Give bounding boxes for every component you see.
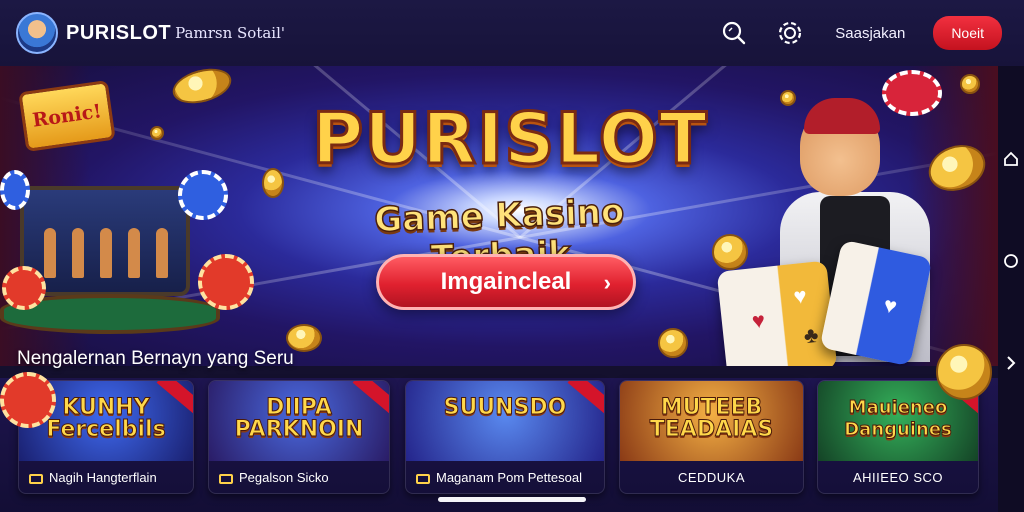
gold-coin: [936, 344, 992, 400]
dancer-figure: [100, 228, 112, 278]
dancer-figure: [44, 228, 56, 278]
dancer-figure: [72, 228, 84, 278]
brand-name[interactable]: PURISLOT: [66, 22, 171, 45]
hero-cta-label: Imgaincleal: [440, 268, 572, 295]
login-link[interactable]: Saasjakan: [835, 25, 905, 42]
gold-coin: [712, 234, 748, 270]
poker-chip: [198, 254, 254, 310]
gold-coin: [150, 126, 164, 140]
gold-coin: [960, 74, 980, 94]
game-card[interactable]: MUTEEB TEADAIAS CEDDUKA: [619, 380, 804, 494]
gold-coin: [780, 90, 796, 106]
mascot-cap: [804, 98, 880, 134]
game-card-caption-text: AHIIEEO SCO: [852, 470, 944, 485]
poker-chip: [2, 266, 46, 310]
home-indicator[interactable]: [438, 497, 586, 502]
game-card[interactable]: DIIPA PARKNOIN Pegalson Sicko: [208, 380, 390, 494]
circle-icon[interactable]: [1000, 250, 1022, 272]
poker-chip: [0, 170, 30, 210]
heart-pip: ♥: [792, 282, 808, 310]
ticket-icon: [416, 473, 430, 484]
game-card-caption-text: CEDDUKA: [677, 470, 746, 485]
game-card-title: SUUNSDO: [443, 395, 567, 420]
hero-banner[interactable]: Ronic! PURISLOT Game Kasino Terbaik Imga…: [0, 66, 998, 366]
top-header: PURISLOT Pamrsn Sotail' Saasjakan Noeit: [0, 0, 1024, 66]
game-card-title: Mauieneo Danguines: [844, 397, 953, 441]
chevron-right-icon[interactable]: [1000, 352, 1022, 374]
dice-illustration: ♥ ♥ ♣: [716, 260, 838, 366]
bonus-badge: Ronic!: [18, 80, 116, 152]
game-card-caption-text: Maganam Pom Pettesoal: [436, 470, 582, 485]
game-card-title: DIIPA PARKNOIN: [234, 395, 364, 442]
game-card-title: MUTEEB TEADAIAS: [649, 395, 774, 442]
signup-button[interactable]: Noeit: [933, 16, 1002, 50]
brand-tagline: Pamrsn Sotail': [175, 24, 286, 42]
ticket-icon: [219, 473, 233, 484]
game-card-caption: CEDDUKA: [620, 470, 803, 485]
brand-logo[interactable]: [16, 12, 58, 54]
hero-title: PURISLOT: [311, 97, 709, 182]
poker-chip: [178, 170, 228, 220]
game-card[interactable]: SUUNSDO Maganam Pom Pettesoal: [405, 380, 605, 494]
gold-coin: [168, 66, 236, 110]
dancer-figure: [128, 228, 140, 278]
game-card-art: [406, 381, 604, 461]
game-card-caption: Pegalson Sicko: [209, 470, 389, 485]
side-navigation: [998, 66, 1024, 512]
chip-icon[interactable]: [775, 18, 805, 48]
game-card-caption: Nagih Hangterflain: [19, 470, 193, 485]
game-card-caption: Maganam Pom Pettesoal: [406, 470, 604, 485]
section-title: Nengalernan Bernayn yang Seru: [17, 348, 294, 369]
chevron-right-icon: ›: [603, 270, 611, 295]
heart-pip: ♥: [750, 307, 767, 334]
poker-chip: [0, 372, 56, 428]
gold-coin: [262, 168, 284, 198]
dancer-figure: [156, 228, 168, 278]
game-card-caption: AHIIEEO SCO: [818, 470, 978, 485]
game-card-caption-text: Nagih Hangterflain: [49, 470, 157, 485]
ticket-icon: [29, 473, 43, 484]
game-card-caption-text: Pegalson Sicko: [239, 470, 329, 485]
heart-pip: ♥: [881, 291, 900, 320]
hero-cta-button[interactable]: Imgaincleal ›: [376, 254, 636, 310]
club-pip: ♣: [802, 321, 820, 349]
gold-coin: [658, 328, 688, 358]
casino-screen-illustration: [20, 186, 190, 296]
home-icon[interactable]: [1000, 148, 1022, 170]
search-icon[interactable]: [719, 18, 749, 48]
